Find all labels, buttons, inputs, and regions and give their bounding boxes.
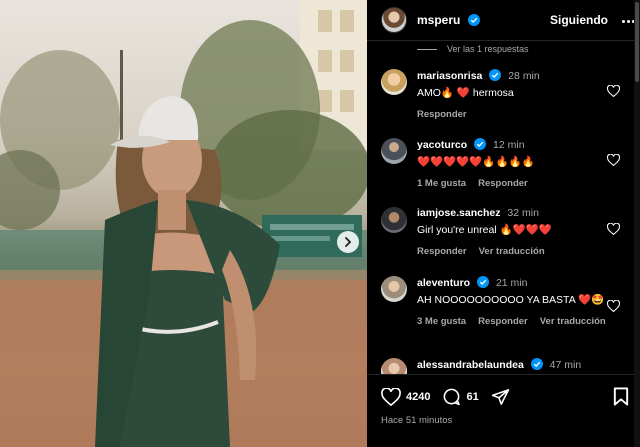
heart-icon[interactable] — [607, 154, 620, 166]
author-username[interactable]: msperu — [417, 13, 480, 27]
comment-icon — [444, 388, 461, 406]
following-button[interactable]: Siguiendo — [550, 13, 608, 27]
view-replies-link[interactable]: Ver las 1 respuestas — [417, 44, 529, 54]
replies-line-bar — [417, 48, 437, 50]
reply-button[interactable]: Responder — [478, 178, 528, 189]
reply-button[interactable]: Responder — [417, 109, 467, 120]
verified-badge-icon — [477, 276, 490, 288]
comment-avatar[interactable] — [381, 138, 407, 164]
comment-time: 21 min — [495, 277, 528, 289]
photo-illustration — [0, 0, 367, 447]
bookmark-icon[interactable] — [613, 387, 629, 406]
reply-button[interactable]: Responder — [417, 246, 467, 257]
comments-count: 61 — [466, 390, 479, 403]
next-photo-button[interactable] — [337, 231, 359, 253]
comment-avatar[interactable] — [381, 276, 407, 302]
comment-likes[interactable]: 1 Me gusta — [417, 178, 466, 189]
verified-badge-icon — [530, 358, 543, 370]
comment-username[interactable]: mariasonrisa — [417, 70, 482, 82]
comment-username[interactable]: aleventuro — [417, 277, 470, 289]
see-translation-link[interactable]: Ver traducción — [479, 246, 545, 257]
chevron-right-icon — [345, 237, 352, 247]
heart-icon[interactable] — [607, 223, 620, 235]
post-header: msperu Siguiendo — [367, 0, 640, 40]
comment-time: 47 min — [549, 359, 582, 371]
comment-time: 28 min — [508, 70, 540, 82]
heart-icon[interactable] — [607, 300, 620, 312]
comment-username[interactable]: alessandrabelaundea — [417, 359, 524, 371]
post-side-panel: msperu Siguiendo Ver las 1 respuestas ma… — [367, 0, 640, 447]
comment-likes[interactable]: 3 Me gusta — [417, 316, 466, 327]
like-button[interactable]: 4240 — [381, 387, 430, 406]
heart-icon — [381, 387, 401, 406]
author-avatar[interactable] — [381, 7, 407, 33]
heart-icon[interactable] — [607, 85, 620, 97]
see-translation-link[interactable]: Ver traducción — [540, 316, 606, 327]
verified-badge-icon — [467, 14, 480, 26]
share-icon — [491, 388, 509, 405]
verified-badge-icon — [489, 69, 502, 81]
comment-time: 32 min — [507, 207, 539, 219]
comment-text: Girl you're unreal 🔥❤️❤️❤️ — [417, 224, 552, 236]
comment-avatar[interactable] — [381, 358, 407, 374]
comment-time: 12 min — [493, 139, 525, 151]
post-actions-bar: 4240 61 Hace 51 minutos — [367, 375, 640, 447]
likes-count[interactable]: 4240 — [406, 391, 430, 403]
comment-avatar[interactable] — [381, 69, 407, 95]
scrollbar-thumb[interactable] — [635, 2, 639, 82]
comment-username[interactable]: iamjose.sanchez — [417, 207, 500, 219]
reply-button[interactable]: Responder — [478, 316, 528, 327]
comment-text: ❤️❤️❤️❤️❤️🔥🔥🔥🔥 — [417, 156, 535, 168]
comment-avatar[interactable] — [381, 207, 407, 233]
comment-username[interactable]: yacoturco — [417, 139, 467, 151]
comment-text: AMO🔥 ❤️ hermosa — [417, 87, 514, 99]
post-photo[interactable] — [0, 0, 367, 447]
scrollbar[interactable] — [634, 0, 640, 447]
verified-badge-icon — [474, 138, 487, 150]
comments-list: Ver las 1 respuestas mariasonrisa 28 min… — [367, 41, 640, 374]
comment-text: AH NOOOOOOOOOO YA BASTA ❤️🤩 — [417, 294, 605, 306]
comment-button[interactable]: 61 — [442, 387, 479, 406]
share-button[interactable] — [491, 388, 510, 406]
post-timestamp: Hace 51 minutos — [381, 415, 453, 426]
